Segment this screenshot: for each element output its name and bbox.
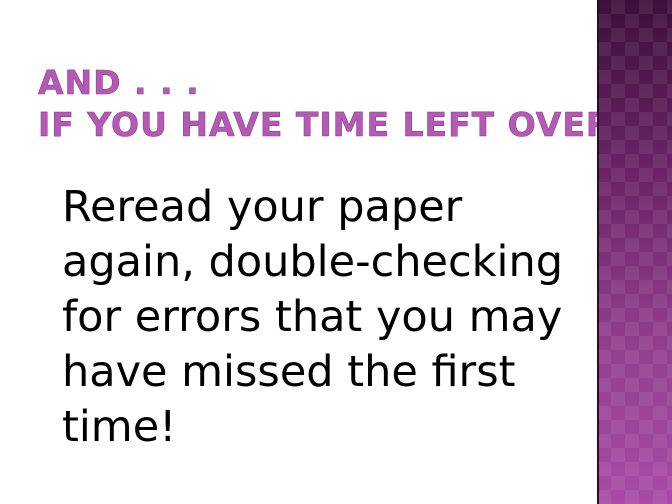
diamond-pattern xyxy=(597,0,672,504)
decorative-side-band xyxy=(597,0,672,504)
body-line-4: have missed the first xyxy=(62,347,516,397)
title-line-1: AND . . . xyxy=(38,63,200,103)
body-line-5: time! xyxy=(62,402,177,452)
slide-body: Reread your paper again, double-checking… xyxy=(62,180,563,455)
body-line-3: for errors that you may xyxy=(62,292,563,342)
slide-title: AND . . . IF YOU HAVE TIME LEFT OVER: xyxy=(38,62,627,146)
slide: AND . . . IF YOU HAVE TIME LEFT OVER: Re… xyxy=(0,0,672,504)
title-line-2: IF YOU HAVE TIME LEFT OVER: xyxy=(38,105,627,145)
side-band-edge xyxy=(597,0,599,504)
body-line-2: again, double-checking xyxy=(62,237,563,287)
body-line-1: Reread your paper xyxy=(62,182,463,232)
